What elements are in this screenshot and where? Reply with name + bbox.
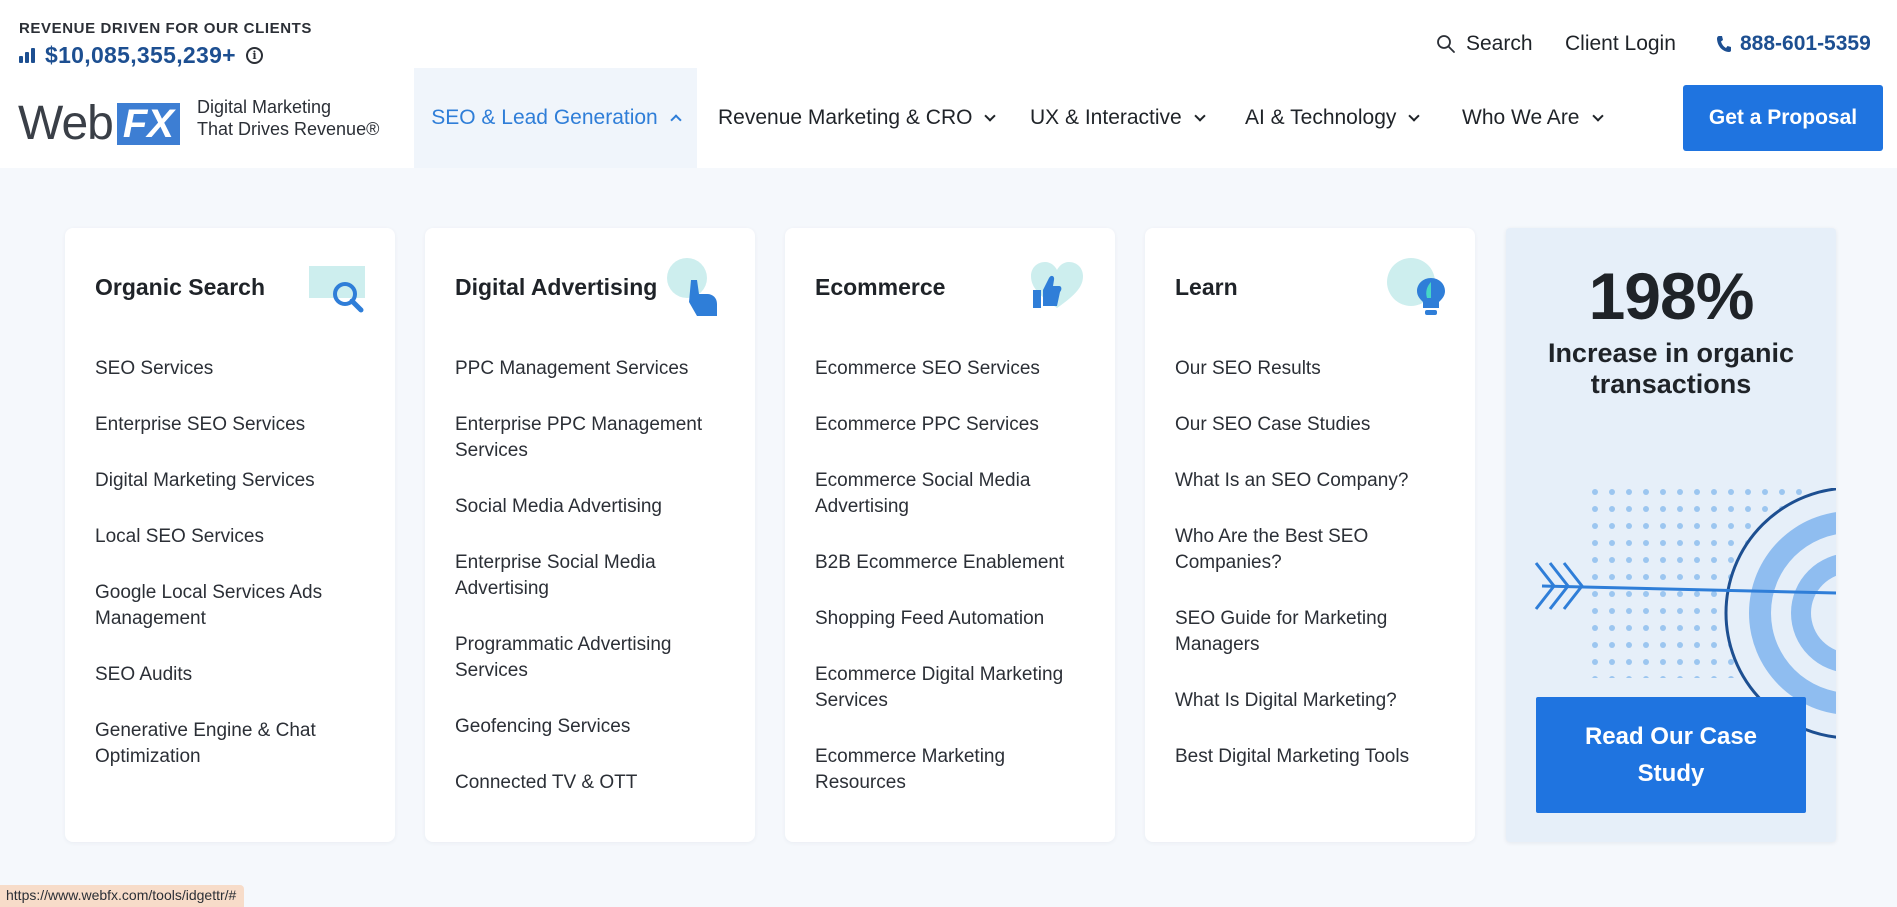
get-a-proposal-button[interactable]: Get a Proposal [1683, 85, 1883, 151]
revenue-stat: $10,085,355,239+ i [19, 42, 263, 69]
menu-link[interactable]: Best Digital Marketing Tools [1175, 744, 1455, 770]
nav-ux-interactive[interactable]: UX & Interactive [1030, 68, 1206, 168]
tagline-line-1: Digital Marketing [197, 97, 332, 117]
nav-label: UX & Interactive [1030, 106, 1182, 129]
chevron-up-icon [670, 114, 682, 126]
menu-link[interactable]: B2B Ecommerce Enablement [815, 550, 1095, 576]
menu-link[interactable]: SEO Services [95, 356, 375, 382]
search-button[interactable]: Search [1436, 32, 1533, 56]
column-title: Learn [1175, 274, 1238, 300]
search-icon [1437, 35, 1455, 53]
site-header: REVENUE DRIVEN FOR OUR CLIENTS $10,085,3… [0, 0, 1897, 168]
menu-link[interactable]: Ecommerce Digital Marketing Services [815, 662, 1095, 714]
menu-column-organic-search: Organic Search SEO Services Enterprise S… [65, 228, 395, 842]
menu-link[interactable]: Who Are the Best SEO Companies? [1175, 524, 1455, 576]
menu-link[interactable]: What Is Digital Marketing? [1175, 688, 1455, 714]
menu-link[interactable]: Digital Marketing Services [95, 468, 375, 494]
nav-ai-technology[interactable]: AI & Technology [1245, 68, 1421, 168]
menu-link[interactable]: Ecommerce SEO Services [815, 356, 1095, 382]
column-title: Digital Advertising [455, 274, 658, 300]
phone-link[interactable]: 888-601-5359 [1716, 32, 1871, 56]
browser-status-url: https://www.webfx.com/tools/idgettr/# [0, 885, 245, 907]
search-label: Search [1466, 32, 1533, 55]
chevron-down-icon [1591, 109, 1604, 122]
revenue-value: $10,085,355,239+ [45, 42, 236, 68]
logo-tagline: Digital Marketing That Drives Revenue® [197, 96, 379, 140]
menu-link[interactable]: Our SEO Case Studies [1175, 412, 1455, 438]
nav-label: AI & Technology [1245, 106, 1397, 129]
magnifier-icon [309, 266, 365, 313]
thumbs-up-heart-icon [1031, 262, 1083, 308]
revenue-label: REVENUE DRIVEN FOR OUR CLIENTS [19, 20, 313, 37]
menu-column-ecommerce: Ecommerce Ecommerce SEO Services Ecommer… [785, 228, 1115, 842]
link-list: PPC Management Services Enterprise PPC M… [455, 356, 735, 826]
read-case-study-button[interactable]: Read Our Case Study [1536, 697, 1806, 813]
menu-column-learn: Learn Our SEO Results Our SEO Case Studi… [1145, 228, 1475, 842]
menu-link[interactable]: Connected TV & OTT [455, 770, 735, 796]
menu-link[interactable]: Google Local Services Ads Management [95, 580, 375, 632]
pointer-hand-icon [667, 258, 717, 316]
promo-text: Increase in organic transactions [1547, 338, 1795, 399]
tagline-line-2: That Drives Revenue® [197, 119, 380, 139]
phone-icon [1717, 36, 1731, 52]
link-list: Ecommerce SEO Services Ecommerce PPC Ser… [815, 356, 1095, 826]
nav-label: SEO & Lead Generation [431, 106, 658, 129]
chevron-down-icon [984, 109, 997, 122]
menu-link[interactable]: Enterprise PPC Management Services [455, 412, 735, 464]
column-title: Ecommerce [815, 274, 946, 300]
menu-link[interactable]: Programmatic Advertising Services [455, 632, 735, 684]
menu-link[interactable]: Shopping Feed Automation [815, 606, 1095, 632]
menu-link[interactable]: Ecommerce Social Media Advertising [815, 468, 1095, 520]
menu-link[interactable]: Ecommerce PPC Services [815, 412, 1095, 438]
menu-link[interactable]: Our SEO Results [1175, 356, 1455, 382]
client-login-link[interactable]: Client Login [1565, 32, 1676, 56]
webfx-logo[interactable]: Web FX [18, 96, 180, 151]
nav-label: Revenue Marketing & CRO [718, 106, 973, 129]
menu-link[interactable]: Local SEO Services [95, 524, 375, 550]
menu-link[interactable]: What Is an SEO Company? [1175, 468, 1455, 494]
menu-link[interactable]: Ecommerce Marketing Resources [815, 744, 1095, 796]
phone-number: 888-601-5359 [1740, 32, 1871, 55]
promo-stat: 198% [1588, 259, 1755, 333]
nav-label: Who We Are [1462, 106, 1580, 129]
chevron-down-icon [1408, 109, 1421, 122]
case-study-promo: 198% Increase in organic transactions Re… [1506, 228, 1836, 842]
nav-who-we-are[interactable]: Who We Are [1462, 68, 1604, 168]
menu-link[interactable]: Generative Engine & Chat Optimization [95, 718, 375, 770]
menu-link[interactable]: SEO Guide for Marketing Managers [1175, 606, 1455, 658]
info-icon[interactable]: i [245, 47, 263, 64]
bar-chart-icon [19, 48, 35, 63]
link-list: Our SEO Results Our SEO Case Studies Wha… [1175, 356, 1455, 800]
menu-column-digital-advertising: Digital Advertising PPC Management Servi… [425, 228, 755, 842]
menu-link[interactable]: Social Media Advertising [455, 494, 735, 520]
logo-web: Web [18, 97, 114, 150]
logo-fx: FX [116, 102, 180, 145]
link-list: SEO Services Enterprise SEO Services Dig… [95, 356, 375, 800]
menu-link[interactable]: PPC Management Services [455, 356, 735, 382]
nav-seo-lead-generation[interactable]: SEO & Lead Generation [414, 68, 697, 168]
menu-link[interactable]: Enterprise SEO Services [95, 412, 375, 438]
chevron-down-icon [1194, 109, 1206, 122]
menu-link[interactable]: Enterprise Social Media Advertising [455, 550, 735, 602]
menu-link[interactable]: SEO Audits [95, 662, 375, 688]
nav-revenue-marketing-cro[interactable]: Revenue Marketing & CRO [718, 68, 997, 168]
menu-link[interactable]: Geofencing Services [455, 714, 735, 740]
lightbulb-icon [1387, 258, 1445, 315]
column-title: Organic Search [95, 274, 266, 300]
